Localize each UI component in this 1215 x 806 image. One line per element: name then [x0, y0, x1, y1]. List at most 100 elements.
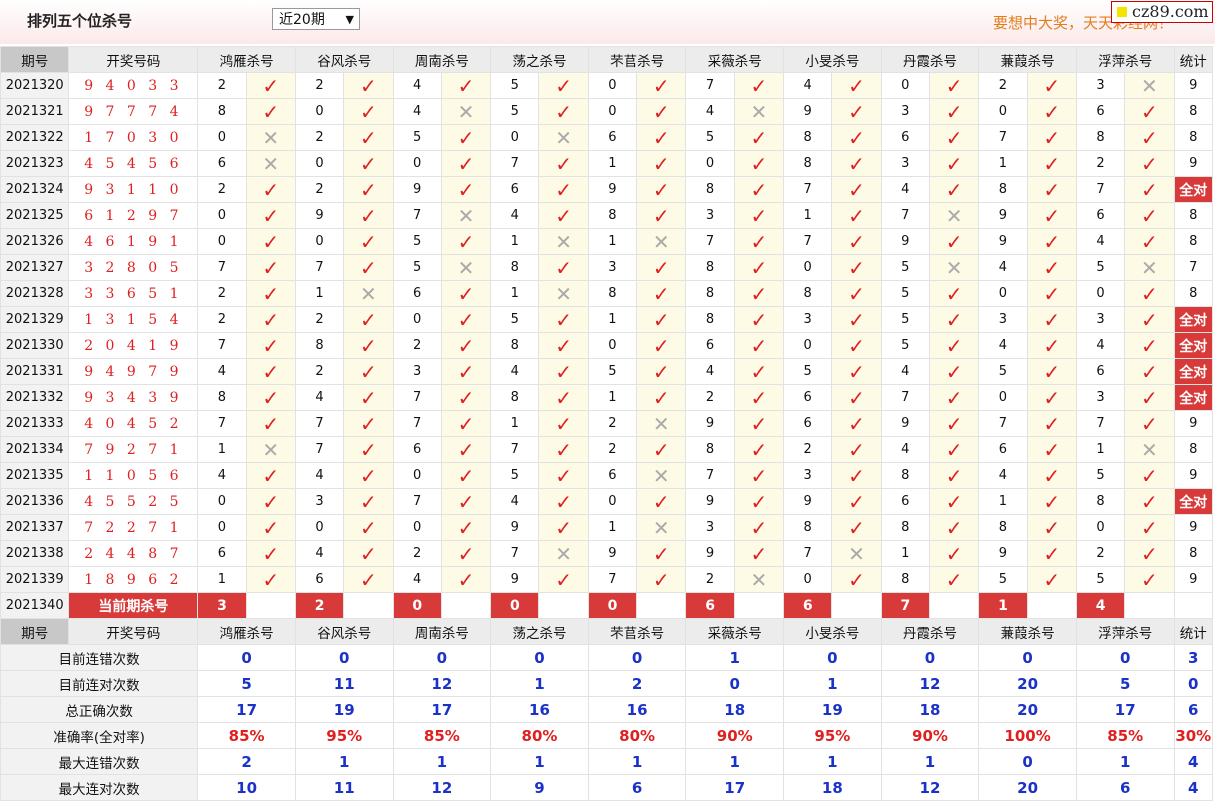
stat-cell: 8: [1173, 202, 1214, 229]
col-header-expert[interactable]: 浮萍杀号: [1075, 46, 1175, 73]
col-header-expert[interactable]: 浮萍杀号: [1075, 618, 1175, 645]
cross-icon: ✕: [733, 566, 785, 593]
kill-value-cell: 6: [685, 332, 735, 359]
current-kill-value: 0: [587, 592, 638, 619]
col-header-expert[interactable]: 蒹葭杀号: [978, 618, 1077, 645]
col-header-expert[interactable]: 鸿雁杀号: [197, 46, 296, 73]
check-icon: ✓: [928, 150, 980, 177]
check-icon: ✓: [538, 176, 589, 203]
kill-value-cell: 9: [978, 202, 1028, 229]
kill-value-cell: 6: [783, 410, 833, 437]
kill-value-cell: 5: [392, 228, 442, 255]
kill-value-cell: 6: [978, 436, 1028, 463]
check-icon: ✓: [245, 332, 296, 359]
kill-value-cell: 7: [490, 436, 540, 463]
kill-value-cell: 7: [294, 254, 345, 281]
check-icon: ✓: [245, 72, 296, 99]
kill-value-cell: 4: [392, 566, 442, 593]
kill-value-cell: 8: [783, 280, 833, 307]
check-icon: ✓: [245, 280, 296, 307]
kill-value-cell: 2: [294, 124, 345, 151]
col-header-issue: 期号: [0, 618, 70, 645]
check-icon: ✓: [538, 566, 589, 593]
kill-value-cell: 4: [392, 72, 442, 99]
cross-icon: ✕: [245, 436, 296, 463]
current-issue-row: 2021340 当前期杀号 3 2 0 0 0 6 6 7 1 4: [0, 592, 1214, 619]
check-icon: ✓: [245, 202, 296, 229]
check-icon: ✓: [245, 228, 296, 255]
summary-value: 16: [587, 696, 687, 723]
summary-value: 20: [978, 670, 1077, 697]
current-kill-value: 2: [294, 592, 345, 619]
kill-value-cell: 5: [490, 462, 540, 489]
kill-value-cell: 1: [1075, 436, 1126, 463]
kill-value-cell: 0: [197, 488, 247, 515]
check-icon: ✓: [831, 436, 882, 463]
draw-number-cell: 1 1 0 5 6: [68, 462, 199, 489]
col-header-expert[interactable]: 谷风杀号: [294, 46, 394, 73]
kill-value-cell: 0: [392, 150, 442, 177]
col-header-expert[interactable]: 周南杀号: [392, 46, 492, 73]
kill-value-cell: 5: [880, 254, 930, 281]
col-header-expert[interactable]: 周南杀号: [392, 618, 492, 645]
check-icon: ✓: [1026, 436, 1077, 463]
kill-number-table: 期号 开奖号码 鸿雁杀号 谷风杀号 周南杀号 荡之杀号 芣苢杀号 采薇杀号 小旻杀号 丹霞杀号 蒹葭…: [0, 46, 1214, 801]
kill-value-cell: 2: [978, 72, 1028, 99]
kill-value-cell: 7: [197, 410, 247, 437]
period-select[interactable]: 近20期 ▼: [272, 8, 360, 30]
check-icon: ✓: [538, 462, 589, 489]
col-header-expert[interactable]: 小旻杀号: [783, 46, 882, 73]
kill-value-cell: 7: [783, 228, 833, 255]
check-icon: ✓: [831, 566, 882, 593]
summary-stat: 0: [1173, 670, 1214, 697]
col-header-expert[interactable]: 丹霞杀号: [880, 46, 980, 73]
kill-value-cell: 4: [197, 462, 247, 489]
kill-value-cell: 0: [880, 72, 930, 99]
check-icon: ✓: [1026, 98, 1077, 125]
summary-value: 1: [685, 644, 785, 671]
check-icon: ✓: [538, 410, 589, 437]
summary-value: 2: [587, 670, 687, 697]
col-header-expert[interactable]: 蒹葭杀号: [978, 46, 1077, 73]
check-icon: ✓: [1026, 254, 1077, 281]
cross-icon: ✕: [440, 98, 492, 125]
col-header-expert[interactable]: 荡之杀号: [490, 618, 589, 645]
summary-value: 17: [197, 696, 296, 723]
kill-value-cell: 6: [392, 436, 442, 463]
col-header-expert[interactable]: 采薇杀号: [685, 46, 785, 73]
col-header-expert[interactable]: 丹霞杀号: [880, 618, 980, 645]
check-icon: ✓: [733, 150, 785, 177]
col-header-stat: 统计: [1173, 618, 1214, 645]
kill-value-cell: 8: [587, 202, 638, 229]
summary-value: 12: [880, 774, 980, 801]
table-row: 2021337 7 2 2 7 1 0 ✓ 0 ✓ 0 ✓ 9 ✓ 1 ✕ 3 ✓ 8 ✓ 8 ✓ 8 ✓ 0 ✓ 9: [0, 514, 1214, 541]
kill-value-cell: 9: [880, 228, 930, 255]
col-header-expert[interactable]: 谷风杀号: [294, 618, 394, 645]
summary-value: 95%: [783, 722, 882, 749]
col-header-expert[interactable]: 小旻杀号: [783, 618, 882, 645]
check-icon: ✓: [831, 150, 882, 177]
summary-row: 准确率(全对率) 85% 95% 85% 80% 80% 90% 95% 90% 100% 85% 3…: [0, 722, 1214, 749]
check-icon: ✓: [1026, 228, 1077, 255]
check-icon: ✓: [343, 566, 394, 593]
check-icon: ✓: [440, 150, 492, 177]
kill-value-cell: 0: [978, 384, 1028, 411]
col-header-expert[interactable]: 芣苢杀号: [587, 46, 687, 73]
issue-cell: 2021328: [0, 280, 70, 307]
kill-value-cell: 4: [880, 176, 930, 203]
kill-value-cell: 7: [587, 566, 638, 593]
col-header-expert[interactable]: 采薇杀号: [685, 618, 785, 645]
draw-number-cell: 9 7 7 7 4: [68, 98, 199, 125]
current-kill-value: 4: [1075, 592, 1126, 619]
col-header-stat: 统计: [1173, 46, 1214, 73]
summary-value: 0: [978, 644, 1077, 671]
check-icon: ✓: [928, 176, 980, 203]
summary-value: 80%: [490, 722, 589, 749]
summary-stat: 30%: [1173, 722, 1214, 749]
col-header-expert[interactable]: 荡之杀号: [490, 46, 589, 73]
site-logo[interactable]: cz89.com: [1111, 1, 1213, 23]
col-header-expert[interactable]: 鸿雁杀号: [197, 618, 296, 645]
summary-value: 6: [1075, 774, 1175, 801]
empty-cell: [538, 592, 589, 619]
col-header-expert[interactable]: 芣苢杀号: [587, 618, 687, 645]
